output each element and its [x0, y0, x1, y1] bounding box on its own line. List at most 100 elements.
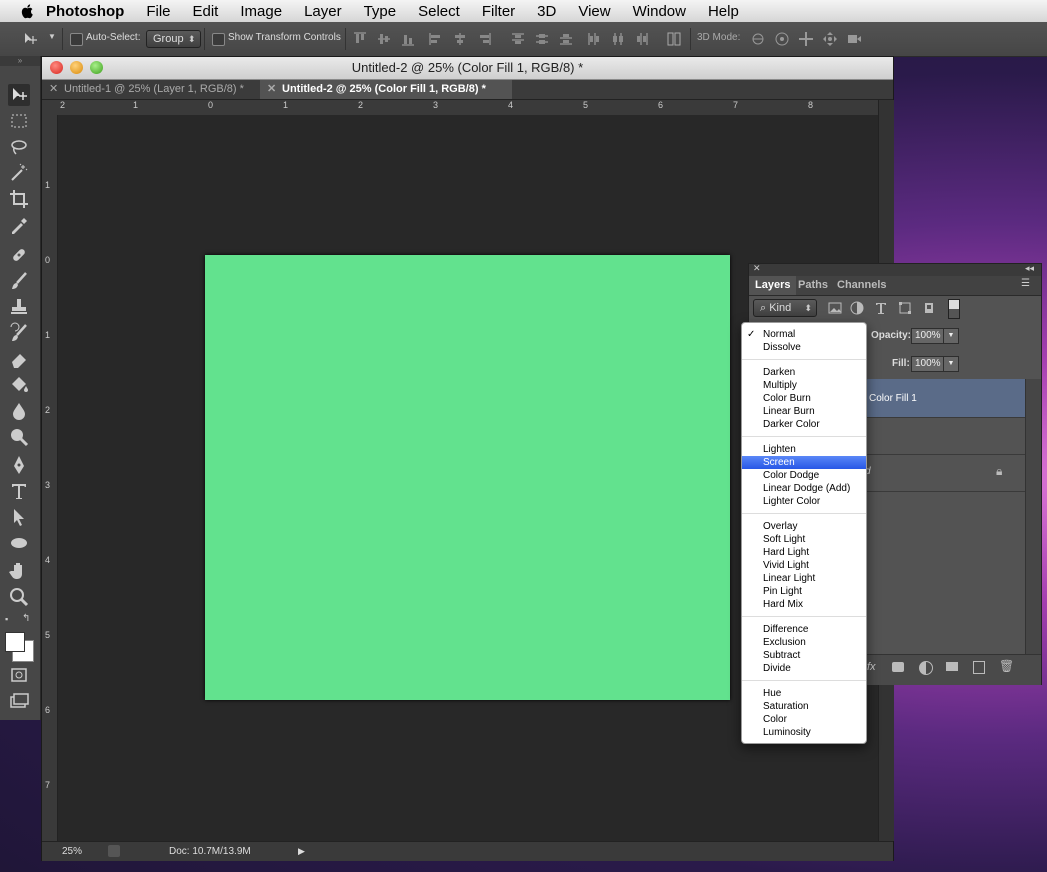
- type-tool-icon[interactable]: [8, 480, 30, 502]
- blend-mode-item[interactable]: Hard Light: [742, 546, 866, 559]
- crop-tool-icon[interactable]: [8, 188, 30, 210]
- 3d-rotate-icon[interactable]: [750, 31, 766, 47]
- filter-toggle-switch[interactable]: [948, 299, 960, 319]
- filter-smart-object-icon[interactable]: [921, 300, 937, 316]
- menu-edit[interactable]: Edit: [193, 3, 219, 20]
- filter-adjustment-icon[interactable]: [849, 300, 865, 316]
- filter-type-icon[interactable]: [873, 300, 889, 316]
- new-layer-icon[interactable]: [973, 661, 985, 674]
- magic-wand-tool-icon[interactable]: [8, 162, 30, 184]
- auto-select-checkbox[interactable]: [70, 33, 83, 46]
- menu-filter[interactable]: Filter: [482, 3, 515, 20]
- move-tool-preset-icon[interactable]: [22, 31, 38, 47]
- 3d-roll-icon[interactable]: [774, 31, 790, 47]
- screen-mode-icon[interactable]: [8, 690, 30, 712]
- blend-mode-item[interactable]: Hard Mix: [742, 598, 866, 611]
- menu-3d[interactable]: 3D: [537, 3, 556, 20]
- play-arrow-icon[interactable]: ▶: [298, 842, 305, 861]
- distribute-bottom-icon[interactable]: [558, 31, 574, 47]
- zoom-level[interactable]: 25%: [62, 842, 82, 861]
- blend-mode-item[interactable]: Color: [742, 713, 866, 726]
- blend-mode-item[interactable]: Hue: [742, 687, 866, 700]
- 3d-slide-icon[interactable]: [822, 31, 838, 47]
- zoom-tool-icon[interactable]: [8, 586, 30, 608]
- blend-mode-item[interactable]: Subtract: [742, 649, 866, 662]
- tab-layers[interactable]: Layers: [749, 276, 797, 295]
- blend-mode-item[interactable]: Pin Light: [742, 585, 866, 598]
- blend-mode-item[interactable]: Darken: [742, 366, 866, 379]
- align-right-icon[interactable]: [476, 31, 492, 47]
- menu-view[interactable]: View: [578, 3, 610, 20]
- ellipse-tool-icon[interactable]: [8, 532, 30, 554]
- blend-mode-item[interactable]: ✓ Normal: [742, 328, 866, 341]
- fill-dropdown-icon[interactable]: ▼: [943, 356, 959, 372]
- pen-tool-icon[interactable]: [8, 454, 30, 476]
- apple-icon[interactable]: [20, 3, 36, 19]
- layers-scrollbar[interactable]: [1025, 379, 1041, 654]
- align-horizontal-center-icon[interactable]: [452, 31, 468, 47]
- new-adjustment-icon[interactable]: [919, 661, 933, 675]
- blend-mode-item[interactable]: Linear Light: [742, 572, 866, 585]
- close-panel-icon[interactable]: ✕: [753, 263, 761, 274]
- align-top-icon[interactable]: [352, 31, 368, 47]
- filter-shape-icon[interactable]: [897, 300, 913, 316]
- align-vertical-center-icon[interactable]: [376, 31, 392, 47]
- blend-mode-item[interactable]: Color Burn: [742, 392, 866, 405]
- tab-untitled-1[interactable]: ✕ Untitled-1 @ 25% (Layer 1, RGB/8) *: [42, 80, 261, 99]
- menu-window[interactable]: Window: [633, 3, 686, 20]
- menu-file[interactable]: File: [146, 3, 170, 20]
- path-selection-tool-icon[interactable]: [8, 506, 30, 528]
- blend-mode-item[interactable]: Difference: [742, 623, 866, 636]
- fx-icon[interactable]: fx: [867, 661, 876, 673]
- menu-type[interactable]: Type: [364, 3, 397, 20]
- distribute-vertical-center-icon[interactable]: [534, 31, 550, 47]
- panel-header[interactable]: ✕ ◂◂: [749, 263, 1041, 276]
- lasso-tool-icon[interactable]: [8, 136, 30, 158]
- blend-mode-item[interactable]: Darker Color: [742, 418, 866, 431]
- tab-paths[interactable]: Paths: [792, 276, 834, 295]
- horizontal-ruler[interactable]: 2 1 0 1 2 3 4 5 6 7 8: [58, 100, 878, 116]
- 3d-scale-icon[interactable]: [846, 31, 862, 47]
- layer-name[interactable]: Color Fill 1: [869, 393, 917, 404]
- auto-align-icon[interactable]: [666, 31, 682, 47]
- zoom-window-icon[interactable]: [90, 61, 103, 74]
- distribute-left-icon[interactable]: [586, 31, 602, 47]
- menu-layer[interactable]: Layer: [304, 3, 342, 20]
- filter-pixel-icon[interactable]: [827, 300, 843, 316]
- close-window-icon[interactable]: [50, 61, 63, 74]
- 3d-pan-icon[interactable]: [798, 31, 814, 47]
- menu-image[interactable]: Image: [240, 3, 282, 20]
- blend-mode-item[interactable]: Multiply: [742, 379, 866, 392]
- trash-icon[interactable]: 🗑︎: [999, 659, 1014, 673]
- blend-mode-item[interactable]: Vivid Light: [742, 559, 866, 572]
- hand-tool-icon[interactable]: [8, 560, 30, 582]
- new-group-folder-icon[interactable]: [946, 662, 958, 671]
- ruler-origin[interactable]: [42, 100, 58, 115]
- vertical-ruler[interactable]: 1 0 1 2 3 4 5 6 7: [42, 115, 58, 841]
- minimize-window-icon[interactable]: [70, 61, 83, 74]
- blend-mode-item[interactable]: Overlay: [742, 520, 866, 533]
- filter-kind-dropdown[interactable]: ⌕ Kind: [753, 299, 817, 317]
- blend-mode-item[interactable]: Soft Light: [742, 533, 866, 546]
- blur-tool-icon[interactable]: [8, 400, 30, 422]
- blend-mode-item[interactable]: Exclusion: [742, 636, 866, 649]
- blend-mode-item[interactable]: Luminosity: [742, 726, 866, 739]
- close-tab-icon[interactable]: ✕: [49, 80, 58, 99]
- distribute-right-icon[interactable]: [634, 31, 650, 47]
- dodge-tool-icon[interactable]: [8, 426, 30, 448]
- quick-mask-icon[interactable]: [8, 664, 30, 686]
- distribute-horizontal-center-icon[interactable]: [610, 31, 626, 47]
- eraser-tool-icon[interactable]: [8, 348, 30, 370]
- marquee-tool-icon[interactable]: [8, 110, 30, 132]
- blend-mode-item[interactable]: Lighter Color: [742, 495, 866, 508]
- align-left-icon[interactable]: [428, 31, 444, 47]
- panel-menu-icon[interactable]: ☰: [1021, 278, 1030, 289]
- distribute-top-icon[interactable]: [510, 31, 526, 47]
- blend-mode-item[interactable]: Color Dodge: [742, 469, 866, 482]
- eyedropper-tool-icon[interactable]: [8, 214, 30, 236]
- auto-select-dropdown[interactable]: Group: [146, 30, 201, 48]
- default-colors-icon[interactable]: ▪: [5, 614, 8, 624]
- document-titlebar[interactable]: Untitled-2 @ 25% (Color Fill 1, RGB/8) *: [42, 57, 893, 80]
- paint-bucket-tool-icon[interactable]: [8, 374, 30, 396]
- blend-mode-item[interactable]: Linear Dodge (Add): [742, 482, 866, 495]
